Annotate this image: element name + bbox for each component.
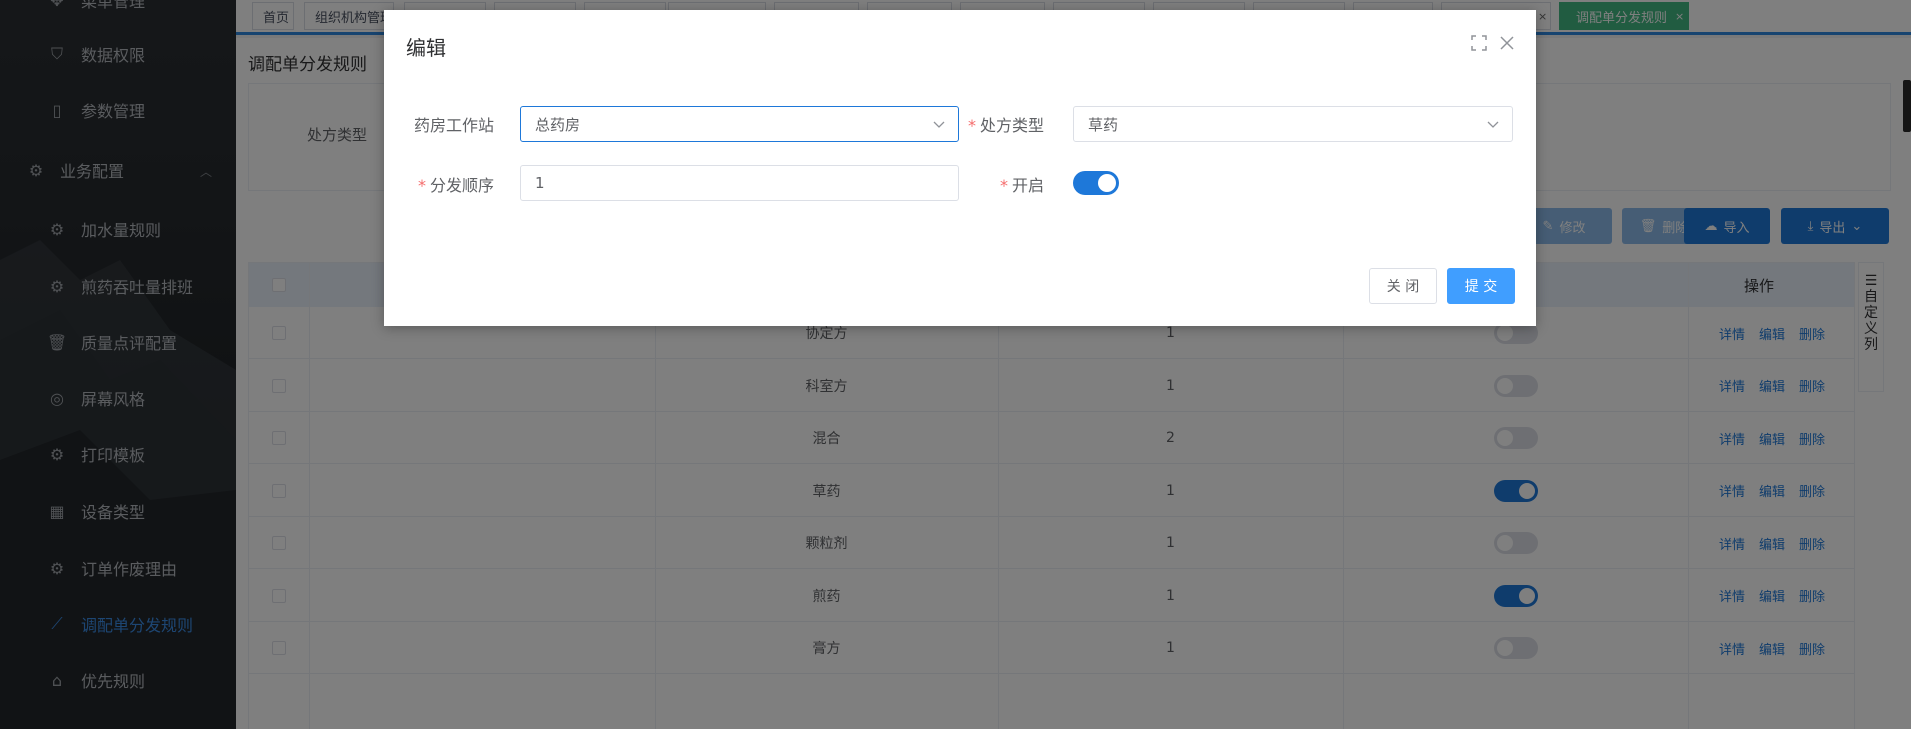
close-button[interactable]: 关 闭 (1369, 268, 1437, 304)
enabled-label: * 开启 (954, 172, 1044, 196)
station-select-value: 总药房 (535, 115, 581, 134)
enabled-switch[interactable] (1073, 171, 1119, 195)
order-label: * 分发顺序 (404, 172, 494, 196)
rx-type-select-value: 草药 (1088, 115, 1119, 134)
dialog-header-actions (1470, 34, 1516, 52)
dialog-title: 编辑 (406, 36, 446, 60)
station-label: 药房工作站 (404, 112, 494, 136)
rx-type-label-text: 处方类型 (979, 116, 1044, 135)
rx-type-select[interactable]: 草药 (1073, 106, 1513, 142)
order-input[interactable]: 1 (520, 165, 959, 201)
edit-dialog: 编辑 药房工作站 总药房 * 处方类型 草药 * 分发顺序 1 * 开启 关 闭… (384, 10, 1536, 326)
rx-type-label: * 处方类型 (954, 112, 1044, 136)
required-asterisk: * (417, 176, 426, 195)
station-label-text: 药房工作站 (413, 116, 494, 135)
chevron-down-icon (1486, 117, 1500, 135)
order-input-value: 1 (535, 174, 545, 192)
chevron-down-icon (932, 117, 946, 135)
station-select[interactable]: 总药房 (520, 106, 959, 142)
order-label-text: 分发顺序 (429, 176, 494, 195)
required-asterisk: * (967, 116, 976, 135)
switch-knob (1098, 174, 1116, 192)
required-asterisk: * (999, 176, 1008, 195)
enabled-label-text: 开启 (1011, 176, 1044, 195)
submit-button[interactable]: 提 交 (1447, 268, 1515, 304)
close-icon[interactable] (1498, 34, 1516, 52)
fullscreen-icon[interactable] (1470, 34, 1488, 52)
